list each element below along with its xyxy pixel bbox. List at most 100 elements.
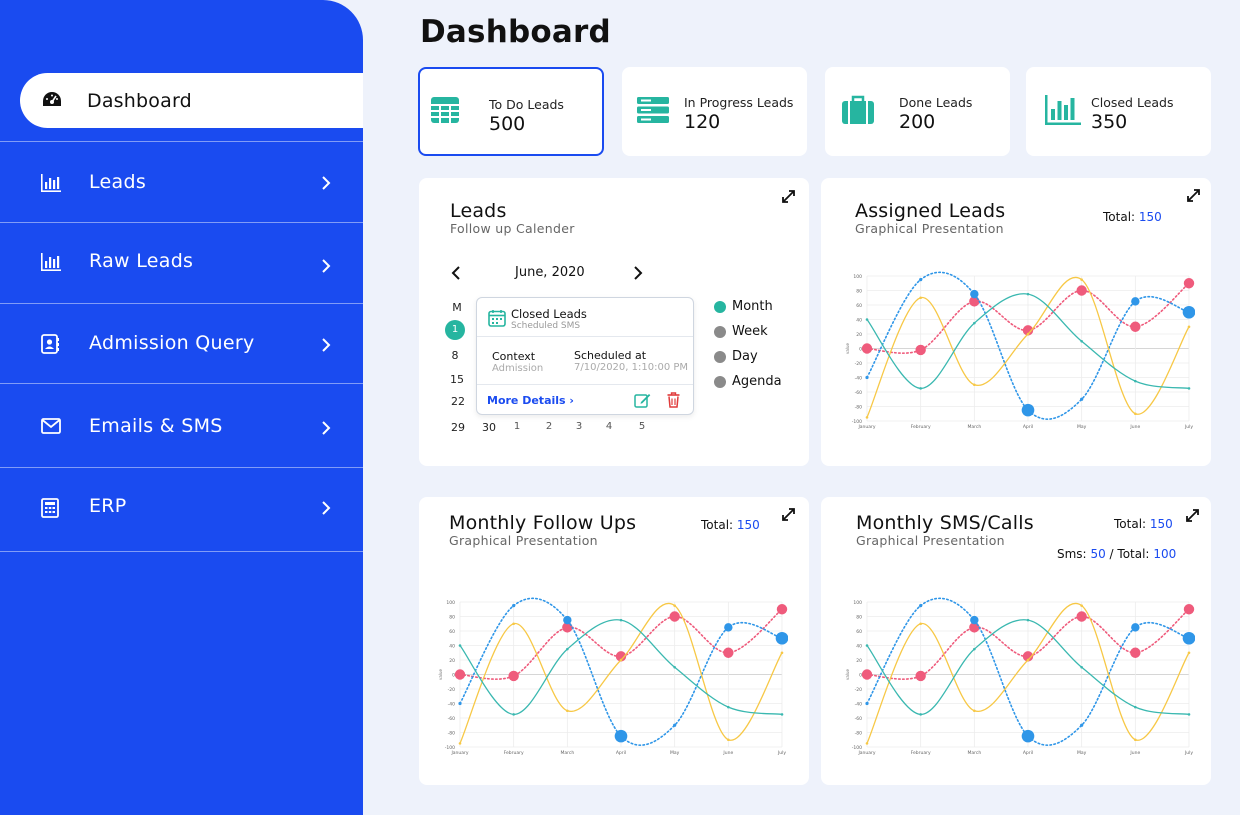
data-point [973, 321, 976, 325]
popup-subtitle: Scheduled SMS [511, 321, 581, 331]
data-point [861, 343, 873, 354]
calendar-day[interactable]: 4 [599, 421, 619, 432]
data-point [727, 705, 730, 709]
y-tick-label: -40 [855, 376, 862, 382]
calendar-day[interactable]: 3 [569, 421, 589, 432]
data-point [673, 665, 676, 669]
panel-title: Monthly SMS/Calls [856, 512, 1034, 534]
total-label: Total: [1103, 210, 1136, 224]
data-point [973, 383, 976, 387]
calendar-day[interactable]: 15 [447, 373, 467, 386]
x-tick-label: January [857, 750, 875, 756]
sidebar-item-label: ERP [89, 495, 127, 517]
data-point [458, 644, 462, 647]
calendar-day[interactable]: 5 [632, 421, 652, 432]
data-point [780, 651, 784, 655]
sms-label: Sms: [1057, 547, 1087, 561]
y-axis-label: value [845, 343, 850, 354]
data-point [919, 622, 922, 626]
stat-card-closed[interactable]: Closed Leads 350 [1026, 67, 1211, 156]
context-value: Admission [492, 363, 544, 374]
x-tick-label: July [1184, 750, 1193, 756]
y-tick-label: 20 [449, 658, 455, 664]
calendar-day[interactable]: 1 [507, 421, 527, 432]
data-point [1187, 713, 1191, 716]
chevron-left-icon[interactable] [451, 266, 461, 280]
data-point [512, 622, 515, 626]
panel-title: Assigned Leads [855, 200, 1006, 222]
data-point [669, 611, 680, 622]
calendar-day[interactable]: 29 [448, 421, 468, 434]
calendar-day[interactable]: 2 [539, 421, 559, 432]
x-tick-label: May [1077, 750, 1087, 756]
calendar-day[interactable]: 30 [479, 421, 499, 434]
data-point [458, 742, 462, 745]
stat-label: In Progress Leads [684, 95, 794, 110]
y-tick-label: 40 [856, 644, 862, 650]
server-icon [637, 97, 669, 123]
stat-card-done[interactable]: Done Leads 200 [825, 67, 1010, 156]
monthly-follow-ups-chart: 100806040200-20-40-60-80-100January Febru… [438, 597, 788, 756]
sidebar-item-erp[interactable]: ERP [0, 467, 363, 551]
y-tick-label: 100 [853, 274, 862, 280]
bar-chart-icon [41, 174, 61, 192]
view-option-week[interactable]: Week [714, 324, 768, 339]
chevron-right-icon [322, 176, 331, 190]
edit-icon[interactable] [634, 392, 651, 408]
sidebar-item-admission-query[interactable]: Admission Query [0, 303, 363, 383]
data-point [973, 709, 976, 713]
monthly-sms-calls-chart: 100806040200-20-40-60-80-100January Febru… [845, 597, 1195, 756]
calculator-icon [41, 498, 59, 518]
sidebar-item-raw-leads[interactable]: Raw Leads [0, 222, 363, 303]
stat-label: Closed Leads [1091, 95, 1174, 110]
y-tick-label: 0 [859, 347, 862, 353]
calendar-day[interactable]: 8 [445, 349, 465, 362]
data-point [563, 615, 572, 625]
sidebar-item-dashboard[interactable]: Dashboard [20, 73, 363, 128]
y-tick-label: 60 [856, 629, 862, 635]
data-point [458, 701, 462, 706]
view-option-agenda[interactable]: Agenda [714, 374, 782, 389]
total-value: 150 [736, 518, 760, 532]
data-point [723, 647, 734, 658]
total-label: Total: [701, 518, 734, 532]
data-point [1026, 618, 1030, 622]
stat-card-in-progress[interactable]: In Progress Leads 120 [622, 67, 807, 156]
expand-icon[interactable] [782, 190, 795, 203]
view-option-day[interactable]: Day [714, 349, 758, 364]
data-point [915, 344, 926, 356]
view-option-label: Month [732, 299, 773, 314]
weekday-header: M [452, 301, 462, 314]
data-point [1026, 292, 1030, 296]
divider [477, 336, 693, 337]
sidebar-item-emails-sms[interactable]: Emails & SMS [0, 383, 363, 467]
x-tick-label: May [670, 750, 680, 756]
data-point [1080, 397, 1084, 401]
expand-icon[interactable] [1187, 189, 1200, 202]
data-point [673, 604, 676, 607]
view-option-label: Week [732, 324, 768, 339]
panel-subtitle: Graphical Presentation [855, 221, 1004, 236]
data-point [512, 604, 516, 608]
data-point [1131, 297, 1140, 306]
calendar-month: June, 2020 [515, 265, 585, 280]
stat-card-todo[interactable]: To Do Leads 500 [418, 67, 604, 156]
expand-icon[interactable] [1186, 509, 1199, 522]
x-tick-label: April [1023, 424, 1033, 430]
more-details-link[interactable]: More Details › [487, 394, 574, 407]
expand-icon[interactable] [782, 508, 795, 521]
view-option-month[interactable]: Month [714, 299, 773, 314]
data-point [1131, 623, 1140, 632]
check-icon [714, 351, 726, 363]
y-tick-label: 40 [856, 318, 862, 324]
sidebar-item-leads[interactable]: Leads [0, 141, 363, 222]
y-tick-label: -80 [855, 731, 862, 737]
divider [477, 384, 693, 385]
calendar-day-today[interactable]: 1 [445, 320, 465, 340]
data-point [1187, 387, 1191, 390]
trash-icon[interactable] [667, 392, 680, 408]
panel-subtitle: Follow up Calender [450, 221, 575, 236]
data-point [1187, 325, 1191, 329]
calendar-day[interactable]: 22 [448, 395, 468, 408]
chevron-right-icon[interactable] [633, 266, 643, 280]
